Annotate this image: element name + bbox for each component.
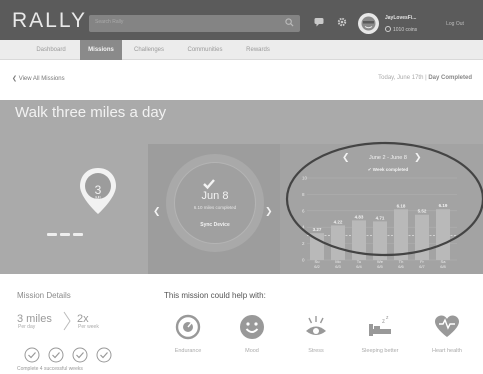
chart-bar	[394, 209, 408, 260]
x-tick-date: 6/3	[335, 264, 341, 269]
week-check-icon	[48, 347, 64, 363]
heart-icon	[435, 315, 459, 337]
bar-value-label: 4.22	[334, 219, 343, 224]
x-tick-date: 6/5	[377, 264, 383, 269]
benefit-label: Mood	[245, 348, 259, 354]
y-tick-label: 2	[302, 241, 305, 246]
benefit-label: Endurance	[174, 348, 202, 354]
benefit-label: Sleeping better	[361, 348, 399, 354]
chart-bar	[415, 214, 429, 260]
help-title: This mission could help with:	[164, 291, 266, 300]
mood-icon	[240, 315, 264, 339]
x-tick-date: 6/7	[419, 264, 425, 269]
y-tick-label: 6	[302, 208, 305, 213]
y-tick-label: 0	[302, 258, 305, 263]
y-tick-label: 8	[302, 192, 305, 197]
endurance-icon	[175, 314, 201, 340]
x-tick-date: 6/4	[356, 264, 362, 269]
week-check-icon	[96, 347, 112, 363]
y-tick-label: 10	[302, 176, 308, 181]
sleep-icon: z z	[369, 315, 391, 336]
bar-value-label: 4.83	[355, 214, 364, 219]
chevron-separator-icon	[63, 311, 71, 331]
week-check-icon	[24, 347, 40, 363]
benefit-label: Stress	[308, 348, 324, 354]
bar-value-label: 3.27	[313, 227, 322, 232]
svg-text:z: z	[386, 315, 389, 321]
x-tick-date: 6/6	[398, 264, 404, 269]
chart-bar	[331, 225, 345, 260]
x-tick-date: 6/8	[440, 264, 446, 269]
stress-icon	[306, 316, 326, 335]
chart-bar	[436, 209, 450, 260]
bar-value-label: 6.19	[439, 203, 448, 208]
mission-details-title: Mission Details	[17, 291, 71, 300]
benefit-label: Heart health	[432, 348, 462, 354]
x-tick-date: 6/2	[314, 264, 320, 269]
per-day-label: Per day	[18, 324, 36, 330]
bar-value-label: 6.18	[397, 203, 406, 208]
week-check-icon	[72, 347, 88, 363]
svg-text:z: z	[382, 319, 385, 325]
bar-value-label: 4.71	[376, 215, 385, 220]
bar-value-label: 5.52	[418, 209, 427, 214]
complete-weeks-label: Complete 4 successful weeks	[17, 366, 83, 372]
per-week-label: Per week	[78, 324, 99, 330]
